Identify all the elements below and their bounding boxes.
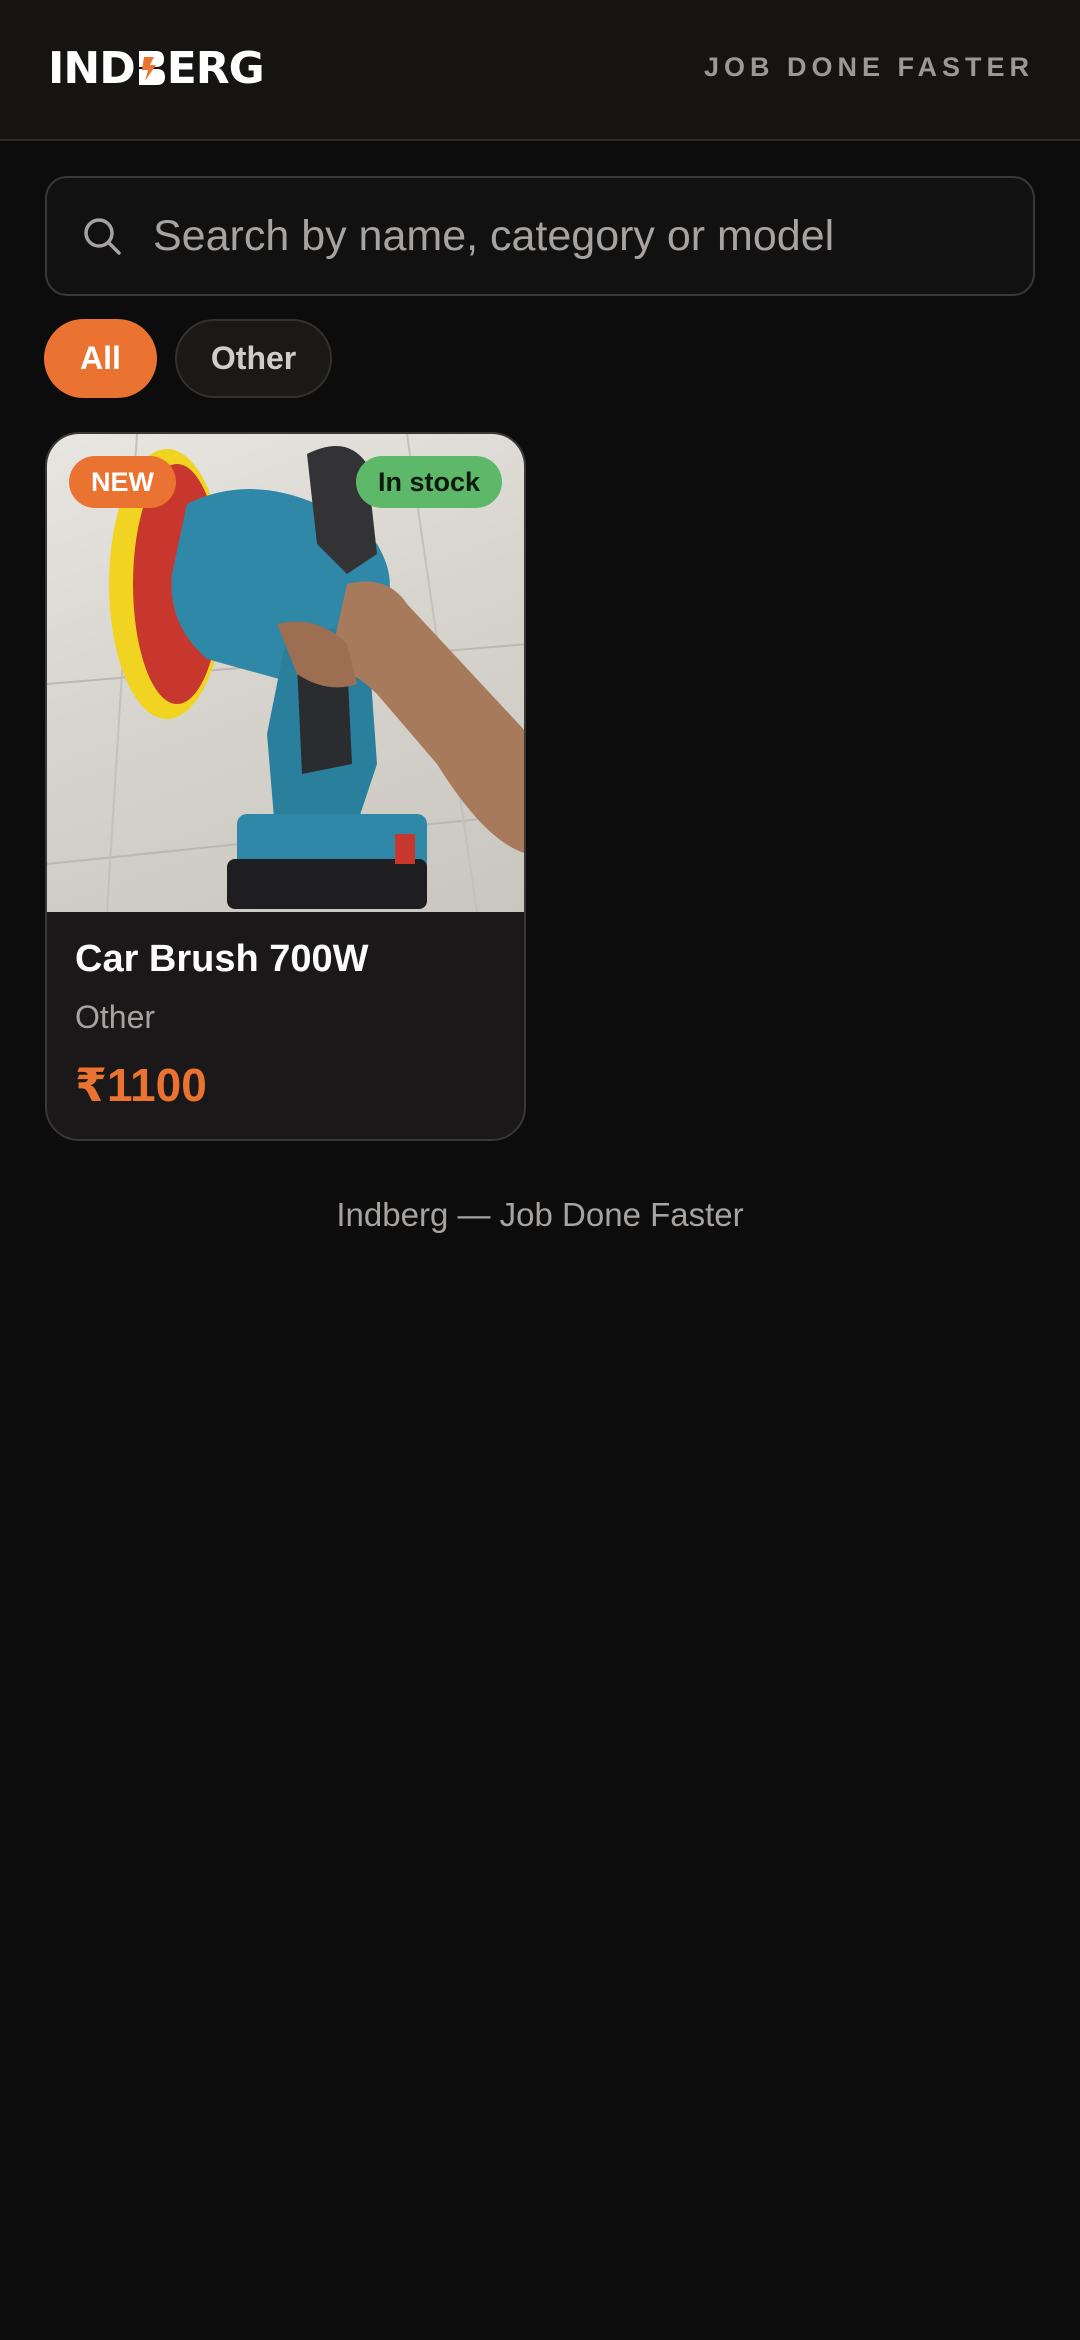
- search-input[interactable]: [153, 196, 1033, 276]
- logo-drill-mark-icon: [136, 48, 166, 88]
- stock-status-badge: In stock: [355, 456, 502, 508]
- product-info: Car Brush 700W Other ₹1100: [47, 912, 524, 1138]
- app-header: IND ERG JOB DONE FASTER: [0, 0, 1080, 141]
- product-name: Car Brush 700W: [75, 938, 369, 980]
- logo-text-right: ERG: [166, 42, 265, 94]
- header-tagline: JOB DONE FASTER: [703, 52, 1034, 82]
- filter-chip-all[interactable]: All: [44, 319, 157, 398]
- brand-logo[interactable]: IND ERG: [48, 43, 265, 94]
- search-icon: [84, 218, 121, 255]
- product-price: ₹1100: [75, 1059, 207, 1111]
- new-badge: NEW: [69, 456, 176, 508]
- filter-chip-other[interactable]: Other: [174, 319, 333, 398]
- footer-text: Indberg — Job Done Faster: [336, 1196, 744, 1233]
- category-filter-chips: All Other: [44, 319, 333, 398]
- product-card[interactable]: NEW In stock Car Brush 700W Other ₹1100: [45, 432, 526, 1141]
- product-image: NEW In stock: [47, 434, 524, 912]
- product-category: Other: [75, 999, 156, 1035]
- logo-text-left: IND: [48, 42, 136, 94]
- search-bar[interactable]: [45, 176, 1035, 296]
